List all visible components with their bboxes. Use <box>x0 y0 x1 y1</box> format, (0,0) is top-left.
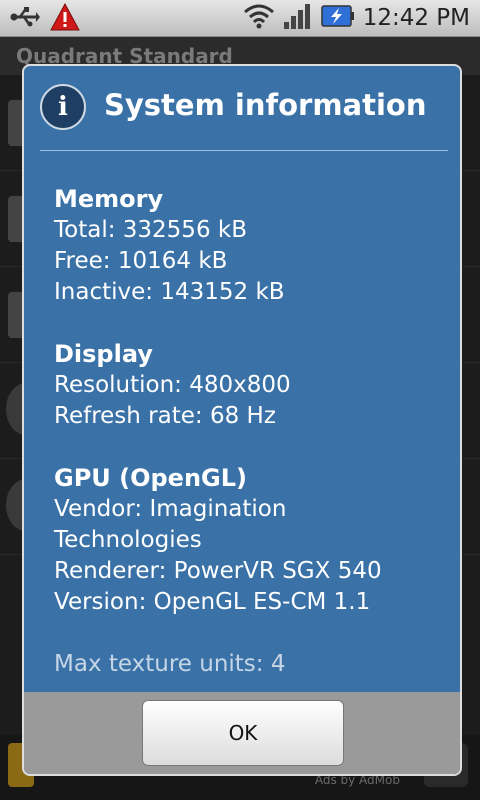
gpu-renderer: Renderer: PowerVR SGX 540 <box>54 558 382 584</box>
info-icon: i <box>40 84 86 130</box>
header-divider <box>40 150 448 151</box>
usb-icon <box>10 6 40 32</box>
memory-inactive: Inactive: 143152 kB <box>54 279 285 305</box>
dialog-footer: OK <box>24 692 460 774</box>
gpu-vendor: Vendor: Imagination <box>54 496 287 522</box>
gpu-section: GPU (OpenGL) Vendor: Imagination Technol… <box>54 463 382 618</box>
memory-free: Free: 10164 kB <box>54 248 228 274</box>
section-title: Memory <box>54 185 164 213</box>
memory-total: Total: 332556 kB <box>54 217 247 243</box>
dialog-content[interactable]: Memory Total: 332556 kB Free: 10164 kB I… <box>24 152 460 692</box>
display-section: Display Resolution: 480x800 Refresh rate… <box>54 339 382 432</box>
gpu-version: Version: OpenGL ES-CM 1.1 <box>54 589 371 615</box>
ok-button[interactable]: OK <box>142 700 344 766</box>
signal-icon <box>283 2 313 34</box>
system-info-dialog: i System information Memory Total: 33255… <box>22 64 462 776</box>
max-texture-units: Max texture units: 4 <box>54 651 286 677</box>
display-refresh-rate: Refresh rate: 68 Hz <box>54 403 276 429</box>
display-resolution: Resolution: 480x800 <box>54 372 291 398</box>
battery-charging-icon <box>320 4 355 32</box>
memory-section: Memory Total: 332556 kB Free: 10164 kB I… <box>54 184 382 308</box>
clock: 12:42 PM <box>362 5 470 31</box>
dialog-header: i System information <box>24 66 460 152</box>
gpu-vendor-cont: Technologies <box>54 527 202 553</box>
wifi-icon <box>243 3 275 33</box>
section-title: GPU (OpenGL) <box>54 464 248 492</box>
section-title: Display <box>54 340 153 368</box>
dialog-title: System information <box>104 88 427 122</box>
status-bar: 12:42 PM <box>0 0 480 37</box>
warning-icon <box>50 2 80 35</box>
